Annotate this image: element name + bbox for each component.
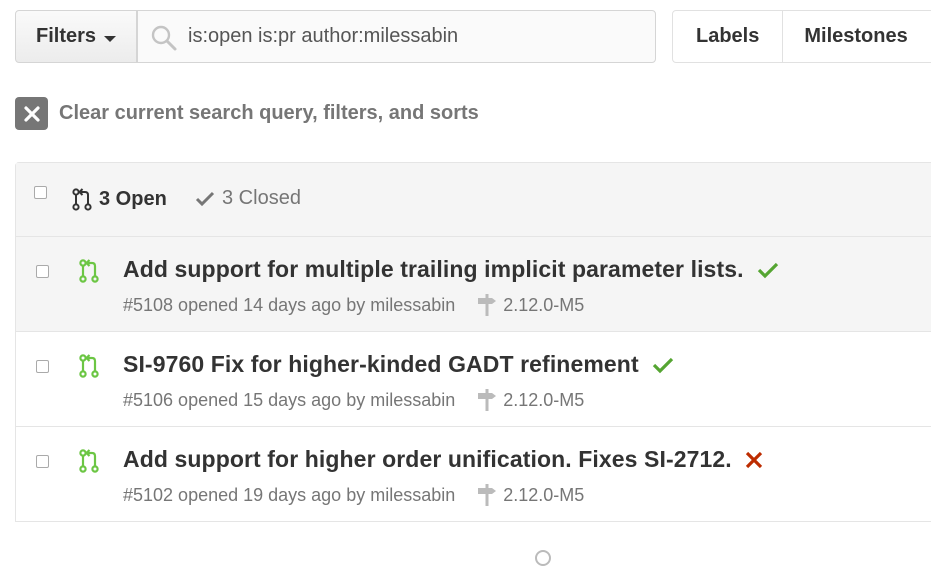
open-pull-request-icon bbox=[79, 449, 99, 473]
filters-label: Filters bbox=[36, 25, 97, 47]
filters-button[interactable]: Filters bbox=[15, 10, 137, 63]
list-header: 3 Open 3 Closed bbox=[16, 163, 931, 237]
pull-request-title-link[interactable]: Add support for multiple trailing implic… bbox=[123, 256, 744, 283]
open-pull-request-icon bbox=[79, 259, 99, 283]
close-icon bbox=[15, 97, 48, 130]
milestone-icon bbox=[478, 294, 497, 316]
pull-request-title-link[interactable]: SI-9760 Fix for higher-kinded GADT refin… bbox=[123, 351, 639, 378]
milestone-label: 2.12.0-M5 bbox=[503, 389, 585, 410]
caret-down-icon bbox=[104, 35, 117, 42]
ci-status bbox=[744, 450, 764, 470]
milestone-link[interactable]: 2.12.0-M5 bbox=[477, 388, 584, 412]
pull-request-row: Add support for multiple trailing implic… bbox=[16, 237, 931, 332]
clear-filters-text: Clear current search query, filters, and… bbox=[59, 102, 479, 124]
pull-request-meta: #5102 opened 19 days ago by milessabin 2… bbox=[123, 483, 584, 507]
pull-request-list: 3 Open 3 Closed Add support for multiple… bbox=[15, 162, 931, 522]
pull-request-title-row: Add support for multiple trailing implic… bbox=[123, 256, 780, 283]
clear-filters-link[interactable]: Clear current search query, filters, and… bbox=[15, 97, 479, 130]
pull-request-row: SI-9760 Fix for higher-kinded GADT refin… bbox=[16, 332, 931, 427]
search-box bbox=[137, 10, 656, 63]
loading-indicator-icon bbox=[535, 550, 551, 566]
check-icon bbox=[195, 191, 215, 206]
row-checkbox[interactable] bbox=[36, 265, 49, 278]
ci-status bbox=[651, 355, 675, 375]
git-pull-request-icon bbox=[72, 188, 92, 211]
open-filter-link[interactable]: 3 Open bbox=[71, 187, 167, 211]
closed-filter-link[interactable]: 3 Closed bbox=[194, 187, 301, 210]
search-input[interactable] bbox=[186, 24, 630, 49]
ci-status bbox=[756, 260, 780, 280]
pull-request-meta: #5106 opened 15 days ago by milessabin 2… bbox=[123, 388, 584, 412]
pull-request-opened-info: #5106 opened 15 days ago by milessabin bbox=[123, 389, 456, 410]
pull-request-title-row: Add support for higher order unification… bbox=[123, 446, 764, 473]
milestone-link[interactable]: 2.12.0-M5 bbox=[477, 483, 584, 507]
labels-milestones-group: Labels Milestones bbox=[672, 10, 931, 63]
milestone-icon bbox=[478, 389, 497, 411]
select-all-checkbox[interactable] bbox=[34, 186, 47, 199]
pull-request-opened-info: #5108 opened 14 days ago by milessabin bbox=[123, 294, 456, 315]
search-icon bbox=[151, 25, 177, 51]
pull-request-row: Add support for higher order unification… bbox=[16, 427, 931, 522]
row-checkbox[interactable] bbox=[36, 360, 49, 373]
status-success-icon[interactable] bbox=[651, 355, 675, 375]
labels-button[interactable]: Labels bbox=[673, 11, 784, 62]
issues-toolbar: Filters Labels Milestones bbox=[15, 10, 931, 65]
pull-request-title-link[interactable]: Add support for higher order unification… bbox=[123, 446, 732, 473]
milestone-icon bbox=[478, 484, 497, 506]
open-pull-request-icon bbox=[79, 354, 99, 378]
status-failure-icon[interactable] bbox=[744, 450, 764, 470]
pull-request-rows: Add support for multiple trailing implic… bbox=[16, 237, 931, 522]
pull-request-meta: #5108 opened 14 days ago by milessabin 2… bbox=[123, 293, 584, 317]
milestone-label: 2.12.0-M5 bbox=[503, 484, 585, 505]
status-success-icon[interactable] bbox=[756, 260, 780, 280]
milestones-button[interactable]: Milestones bbox=[783, 11, 928, 62]
closed-count: 3 Closed bbox=[222, 187, 301, 209]
milestone-link[interactable]: 2.12.0-M5 bbox=[477, 293, 584, 317]
pull-request-opened-info: #5102 opened 19 days ago by milessabin bbox=[123, 484, 456, 505]
row-checkbox[interactable] bbox=[36, 455, 49, 468]
open-count: 3 Open bbox=[99, 187, 167, 210]
pull-request-title-row: SI-9760 Fix for higher-kinded GADT refin… bbox=[123, 351, 675, 378]
milestone-label: 2.12.0-M5 bbox=[503, 294, 585, 315]
